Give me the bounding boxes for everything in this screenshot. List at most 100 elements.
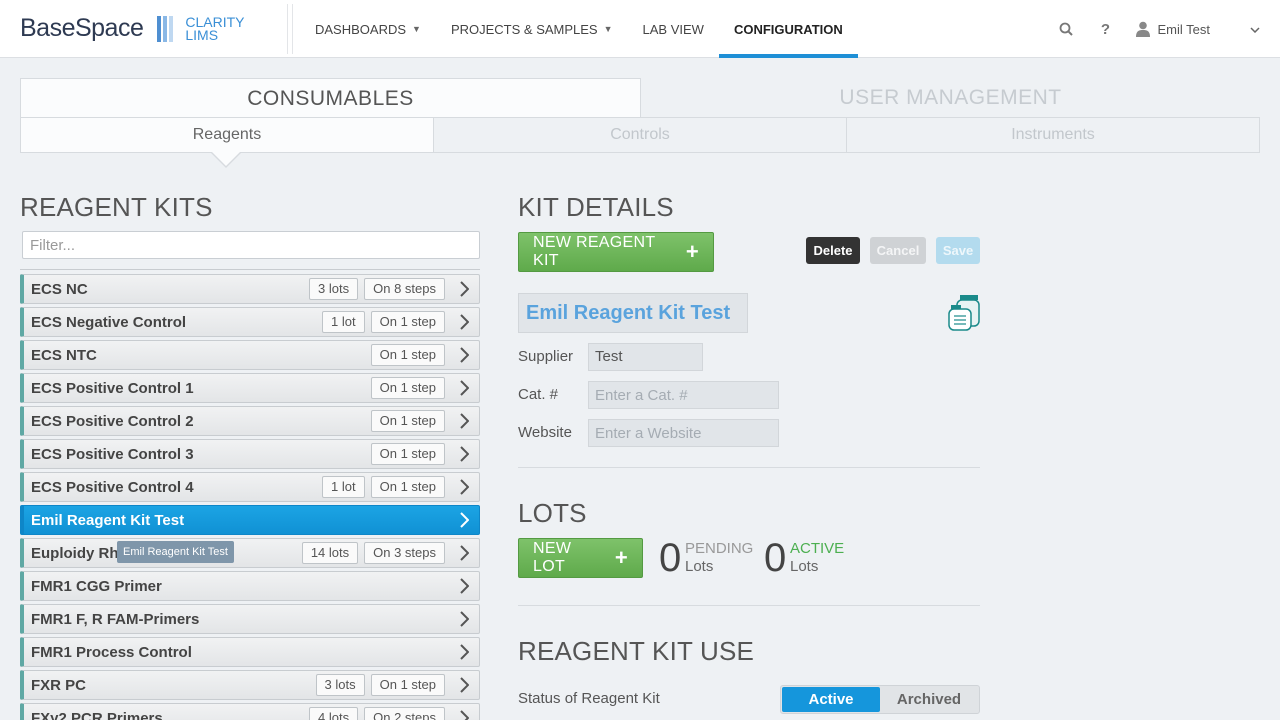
steps-badge: On 1 step	[370, 311, 445, 333]
status-active-option[interactable]: Active	[782, 687, 880, 712]
steps-badge: On 1 step	[370, 443, 445, 465]
status-label: Status of Reagent Kit	[518, 690, 660, 707]
kit-name: ECS Positive Control 2	[31, 412, 194, 430]
pending-lots-label: PENDING	[685, 540, 754, 557]
chevron-right-icon[interactable]	[451, 374, 477, 402]
active-lots-label: ACTIVE	[790, 540, 845, 557]
tab-instruments[interactable]: Instruments	[846, 118, 1259, 152]
kit-name: ECS NC	[31, 280, 88, 298]
lots-badge: 3 lots	[309, 278, 359, 300]
pending-lots-count: 0	[659, 536, 682, 580]
chevron-down-icon[interactable]	[1250, 20, 1260, 38]
nav-lab-view-label: LAB VIEW	[642, 21, 704, 37]
main-nav: DASHBOARDS ▼ PROJECTS & SAMPLES ▼ LAB VI…	[300, 0, 858, 58]
kit-name: Emil Reagent Kit Test	[31, 511, 185, 529]
kit-row[interactable]: ECS NC 3 lots On 8 steps	[20, 274, 480, 304]
kit-row[interactable]: ECS Positive Control 2 On 1 step	[20, 406, 480, 436]
list-scroll-edge	[20, 266, 480, 270]
status-archived-option[interactable]: Archived	[880, 687, 978, 712]
logo-bars-icon	[157, 15, 175, 42]
search-icon[interactable]	[1056, 19, 1076, 39]
logo-product-line2: LIMS	[185, 26, 219, 43]
lots-badge: 4 lots	[309, 707, 359, 720]
chevron-right-icon[interactable]	[451, 704, 477, 720]
chevron-right-icon[interactable]	[451, 572, 477, 600]
website-input[interactable]	[588, 419, 779, 447]
kit-name: ECS Negative Control	[31, 313, 187, 331]
chevron-right-icon[interactable]	[451, 275, 477, 303]
steps-badge: On 8 steps	[364, 278, 445, 300]
nav-projects-samples[interactable]: PROJECTS & SAMPLES ▼	[436, 0, 628, 58]
chevron-right-icon[interactable]	[451, 308, 477, 336]
plus-icon: +	[614, 545, 628, 570]
main-tabs: CONSUMABLES USER MANAGEMENT	[20, 78, 1260, 118]
plus-icon: +	[685, 239, 699, 264]
tab-controls[interactable]: Controls	[433, 118, 846, 152]
lots-badge: 14 lots	[301, 542, 359, 564]
chevron-right-icon[interactable]	[451, 440, 477, 468]
active-lots-sub: Lots	[790, 558, 819, 575]
chevron-right-icon[interactable]	[451, 473, 477, 501]
kit-row[interactable]: ECS Positive Control 1 On 1 step	[20, 373, 480, 403]
kit-row[interactable]: ECS Negative Control 1 lot On 1 step	[20, 307, 480, 337]
kit-name: ECS Positive Control 4	[31, 478, 194, 496]
tab-consumables[interactable]: CONSUMABLES	[20, 78, 641, 118]
chevron-right-icon[interactable]	[451, 506, 477, 534]
kit-row[interactable]: FXR PC 3 lots On 1 step	[20, 670, 480, 700]
steps-badge: On 2 steps	[364, 707, 445, 720]
lots-badge: 1 lot	[322, 476, 365, 498]
logo[interactable]: BaseSpace CLARITY LIMS	[20, 14, 245, 43]
status-toggle: Active Archived	[780, 685, 980, 714]
supplier-field[interactable]: Test	[588, 343, 703, 371]
new-lot-button[interactable]: NEW LOT +	[518, 538, 643, 578]
chevron-right-icon[interactable]	[451, 539, 477, 567]
chevron-right-icon[interactable]	[451, 671, 477, 699]
divider	[518, 467, 980, 468]
nav-configuration[interactable]: CONFIGURATION	[718, 0, 858, 58]
help-icon[interactable]: ?	[1096, 19, 1116, 39]
lots-badge: 1 lot	[322, 311, 365, 333]
kit-row[interactable]: ECS Positive Control 3 On 1 step	[20, 439, 480, 469]
reagent-kit-list[interactable]: ECS NC 3 lots On 8 steps ECS Negative Contr…	[20, 266, 480, 720]
kit-name: ECS NTC	[31, 346, 97, 364]
caret-down-icon: ▼	[603, 24, 613, 34]
website-label: Website	[518, 424, 572, 441]
chevron-right-icon[interactable]	[451, 638, 477, 666]
pending-lots-sub: Lots	[685, 558, 714, 575]
save-button[interactable]: Save	[936, 237, 980, 264]
kit-row[interactable]: FXy2 PCR Primers 4 lots On 2 steps	[20, 703, 480, 720]
kit-row[interactable]: Euploidy Rh+ 14 lots On 3 steps	[20, 538, 480, 568]
tab-reagents[interactable]: Reagents	[21, 118, 433, 152]
reagent-kit-icon	[948, 295, 980, 331]
steps-badge: On 3 steps	[364, 542, 445, 564]
kit-row[interactable]: Emil Reagent Kit Test	[20, 505, 480, 535]
kit-row[interactable]: ECS NTC On 1 step	[20, 340, 480, 370]
kit-name: ECS Positive Control 3	[31, 445, 194, 463]
kit-name-field[interactable]: Emil Reagent Kit Test	[518, 293, 748, 333]
nav-dashboards[interactable]: DASHBOARDS ▼	[300, 0, 436, 58]
top-bar: BaseSpace CLARITY LIMS DASHBOARDS ▼ PROJ…	[0, 0, 1280, 58]
reagent-kits-heading: REAGENT KITS	[20, 192, 213, 222]
lots-badge: 3 lots	[315, 674, 365, 696]
kit-row[interactable]: FMR1 Process Control	[20, 637, 480, 667]
delete-button[interactable]: Delete	[806, 237, 860, 264]
chevron-right-icon[interactable]	[451, 605, 477, 633]
logo-separator	[287, 4, 293, 54]
kit-name: FMR1 Process Control	[31, 643, 192, 661]
kit-row[interactable]: ECS Positive Control 4 1 lot On 1 step	[20, 472, 480, 502]
top-right-controls: ? Emil Test	[1056, 0, 1261, 58]
nav-lab-view[interactable]: LAB VIEW	[628, 0, 719, 58]
kit-details-heading: KIT DETAILS	[518, 192, 674, 222]
chevron-right-icon[interactable]	[451, 341, 477, 369]
cat-number-input[interactable]	[588, 381, 779, 409]
filter-input[interactable]	[22, 231, 480, 259]
tab-user-management[interactable]: USER MANAGEMENT	[641, 78, 1260, 118]
kit-row[interactable]: FMR1 F, R FAM-Primers	[20, 604, 480, 634]
user-menu[interactable]: Emil Test	[1135, 21, 1210, 37]
cancel-button[interactable]: Cancel	[870, 237, 926, 264]
chevron-right-icon[interactable]	[451, 407, 477, 435]
nav-dashboards-label: DASHBOARDS	[315, 21, 407, 37]
kit-name: FXR PC	[31, 676, 87, 694]
new-reagent-kit-button[interactable]: NEW REAGENT KIT +	[518, 232, 714, 272]
kit-row[interactable]: FMR1 CGG Primer	[20, 571, 480, 601]
